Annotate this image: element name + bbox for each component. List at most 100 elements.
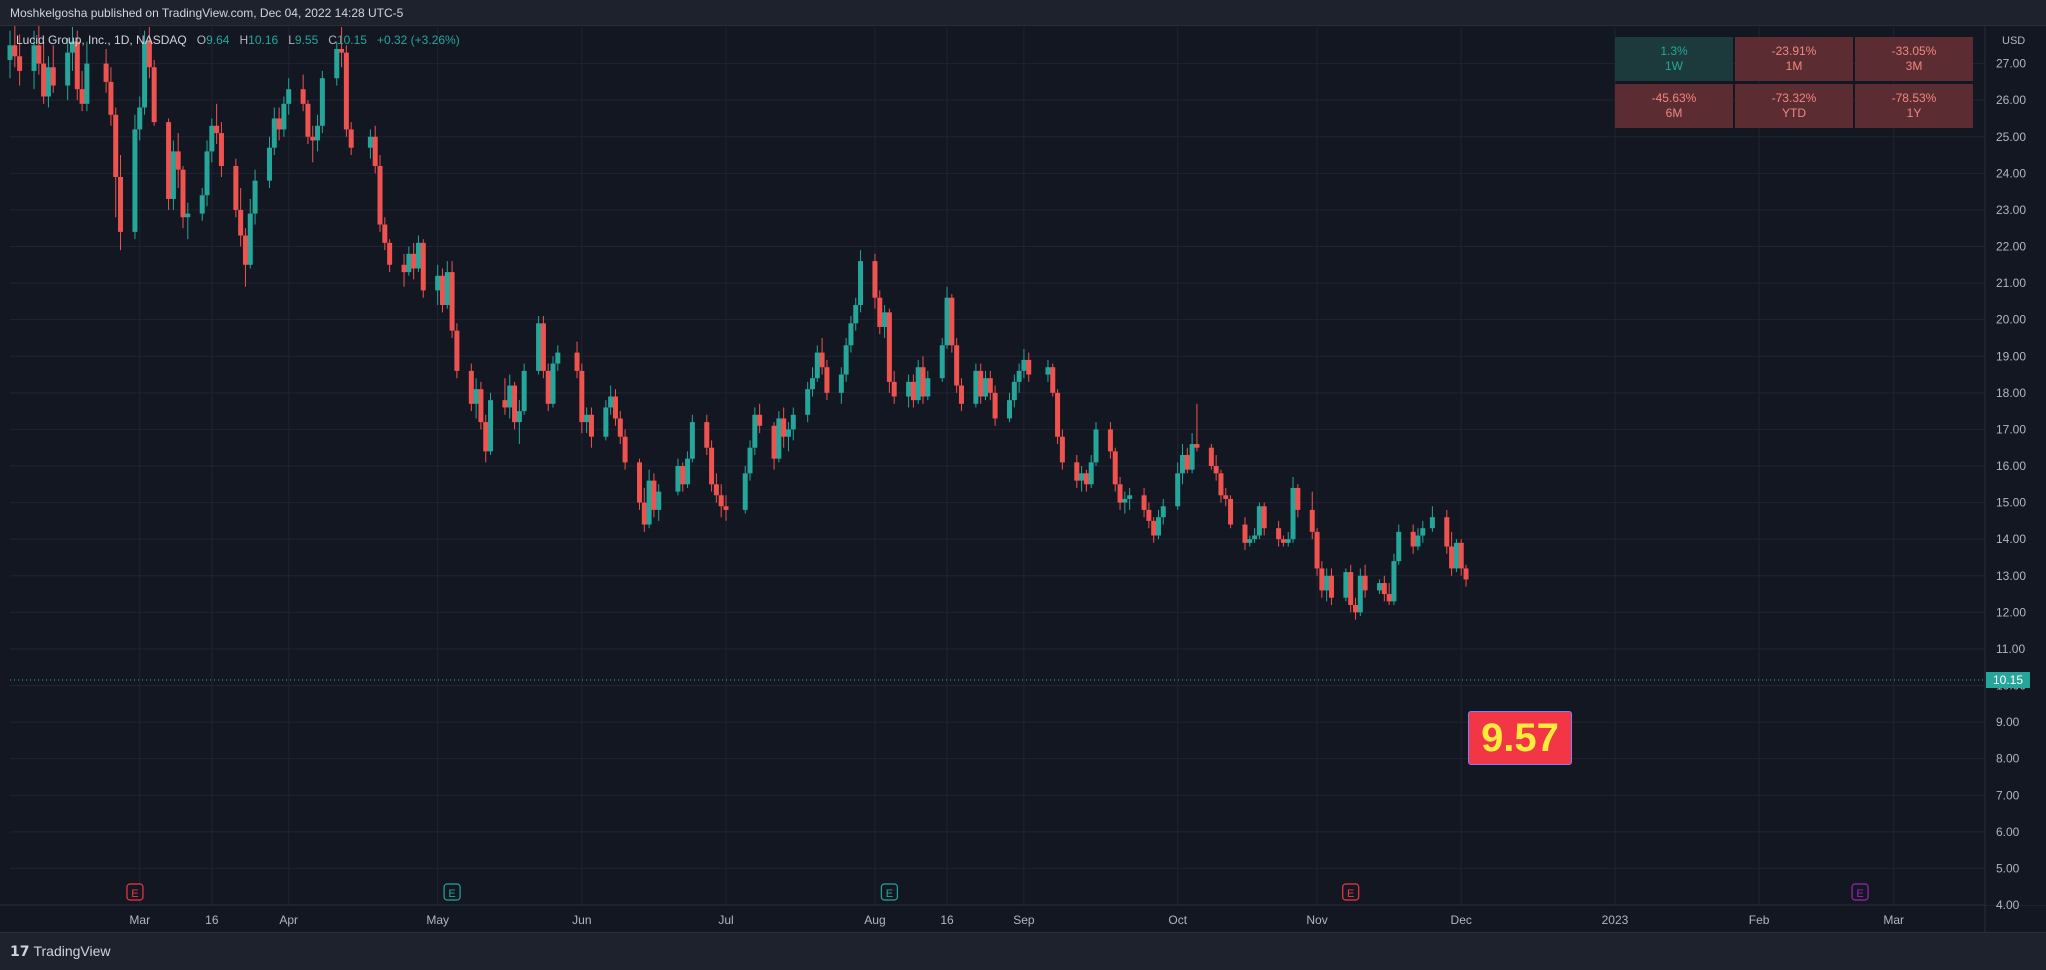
candle bbox=[415, 235, 421, 273]
candle-body bbox=[982, 378, 988, 397]
candle bbox=[574, 341, 580, 379]
candle bbox=[978, 363, 984, 404]
last-price-text: 10.15 bbox=[1993, 673, 2023, 687]
candle bbox=[315, 114, 321, 152]
candle-body bbox=[1386, 594, 1392, 602]
candle bbox=[65, 37, 71, 101]
earnings-marker[interactable]: E bbox=[126, 883, 144, 901]
candle-body bbox=[1074, 462, 1080, 481]
candle bbox=[824, 359, 830, 401]
candle bbox=[612, 389, 618, 426]
candle bbox=[685, 451, 691, 488]
candle-body bbox=[1328, 575, 1334, 598]
candle-body bbox=[651, 480, 657, 510]
tradingview-brand[interactable]: 17 TradingView bbox=[10, 943, 111, 960]
candle-body bbox=[1180, 455, 1186, 474]
candle-body bbox=[718, 495, 724, 507]
candle-body bbox=[488, 400, 494, 452]
candle-body bbox=[1160, 506, 1166, 518]
candle-body bbox=[1410, 531, 1416, 547]
candle bbox=[1463, 564, 1469, 587]
price-annotation[interactable]: 9.57 bbox=[1468, 711, 1572, 765]
candle-body bbox=[1261, 506, 1267, 529]
close-value: 10.15 bbox=[336, 33, 367, 47]
candle-body bbox=[113, 114, 119, 177]
candle bbox=[1319, 561, 1325, 598]
candle-body bbox=[641, 502, 647, 525]
time-axis[interactable]: Mar 16 Apr May Jun Jul Aug 16 Sep Oct Nov Dec 2023 Fe… bbox=[0, 904, 2046, 927]
candle-body bbox=[137, 107, 143, 130]
candle bbox=[1194, 403, 1200, 452]
price-tick-label: 21.00 bbox=[1996, 276, 2026, 290]
price-tick-label: 8.00 bbox=[1996, 752, 2020, 766]
performance-value: 1.3% bbox=[1660, 44, 1688, 58]
time-tick-label: May bbox=[426, 913, 449, 927]
candle-body bbox=[579, 370, 585, 423]
earnings-marker[interactable]: E bbox=[443, 883, 461, 901]
candle bbox=[776, 411, 782, 463]
earnings-label: E bbox=[1856, 888, 1863, 900]
candle-body bbox=[771, 425, 777, 459]
candle bbox=[1261, 502, 1267, 536]
candle-body bbox=[132, 129, 138, 232]
candle-body bbox=[175, 151, 181, 170]
candle bbox=[1314, 528, 1320, 576]
candle bbox=[185, 202, 191, 240]
candle bbox=[502, 378, 508, 415]
candle-body bbox=[617, 418, 623, 437]
candle-body bbox=[1352, 605, 1358, 613]
candle-body bbox=[1314, 531, 1320, 569]
performance-cell-1m: -23.91% 1M bbox=[1735, 37, 1853, 81]
change-value: +0.32 (+3.26%) bbox=[376, 33, 460, 47]
candle bbox=[1127, 487, 1133, 510]
candle bbox=[954, 337, 960, 393]
candle-body bbox=[1055, 392, 1061, 437]
price-unit-label: USD bbox=[2002, 35, 2025, 47]
time-tick-label: 16 bbox=[205, 913, 219, 927]
candle-body bbox=[319, 78, 325, 126]
candle-body bbox=[1141, 495, 1147, 510]
price-axis[interactable]: USD4.005.006.007.008.009.0010.0011.0012.… bbox=[1984, 26, 2046, 932]
earnings-marker[interactable]: E bbox=[1851, 883, 1869, 901]
candle bbox=[334, 41, 340, 86]
candle-body bbox=[944, 297, 950, 346]
candle-body bbox=[1122, 498, 1128, 503]
candle bbox=[1007, 392, 1013, 423]
candle-body bbox=[218, 133, 224, 167]
candle-body bbox=[382, 224, 388, 243]
candle bbox=[113, 107, 119, 218]
candle bbox=[1352, 597, 1358, 620]
candle bbox=[401, 253, 407, 287]
candle-body bbox=[906, 381, 912, 397]
candle-body bbox=[521, 370, 527, 412]
candle-body bbox=[1093, 429, 1099, 463]
chart-grid bbox=[10, 27, 1985, 906]
candle bbox=[435, 264, 441, 306]
candle bbox=[1252, 528, 1258, 543]
candle bbox=[608, 385, 614, 415]
time-tick-label: Apr bbox=[279, 913, 298, 927]
candle bbox=[1295, 484, 1301, 518]
candle bbox=[1093, 422, 1099, 466]
candle bbox=[1328, 568, 1334, 606]
earnings-marker[interactable]: E bbox=[880, 883, 898, 901]
price-tick-label: 20.00 bbox=[1996, 313, 2026, 327]
candle bbox=[132, 114, 138, 240]
candle bbox=[79, 70, 85, 112]
candle-body bbox=[1184, 455, 1190, 470]
candle bbox=[1276, 520, 1282, 547]
candle-body bbox=[118, 176, 124, 232]
candle bbox=[742, 466, 748, 514]
candle-body bbox=[507, 385, 513, 408]
candle bbox=[209, 118, 215, 163]
candle-body bbox=[238, 209, 244, 236]
candle-body bbox=[300, 89, 306, 104]
candle-body bbox=[785, 429, 791, 437]
symbol-name[interactable]: Lucid Group, Inc., 1D, NASDAQ bbox=[16, 33, 187, 47]
price-tick-label: 23.00 bbox=[1996, 203, 2026, 217]
earnings-marker[interactable]: E bbox=[1342, 883, 1360, 901]
candle-body bbox=[1218, 473, 1224, 496]
price-chart[interactable]: Mar 16 Apr May Jun Jul Aug 16 Sep Oct Nov Dec 2023 Fe… bbox=[0, 0, 2046, 970]
candle-body bbox=[401, 264, 407, 273]
candle-body bbox=[281, 103, 287, 130]
